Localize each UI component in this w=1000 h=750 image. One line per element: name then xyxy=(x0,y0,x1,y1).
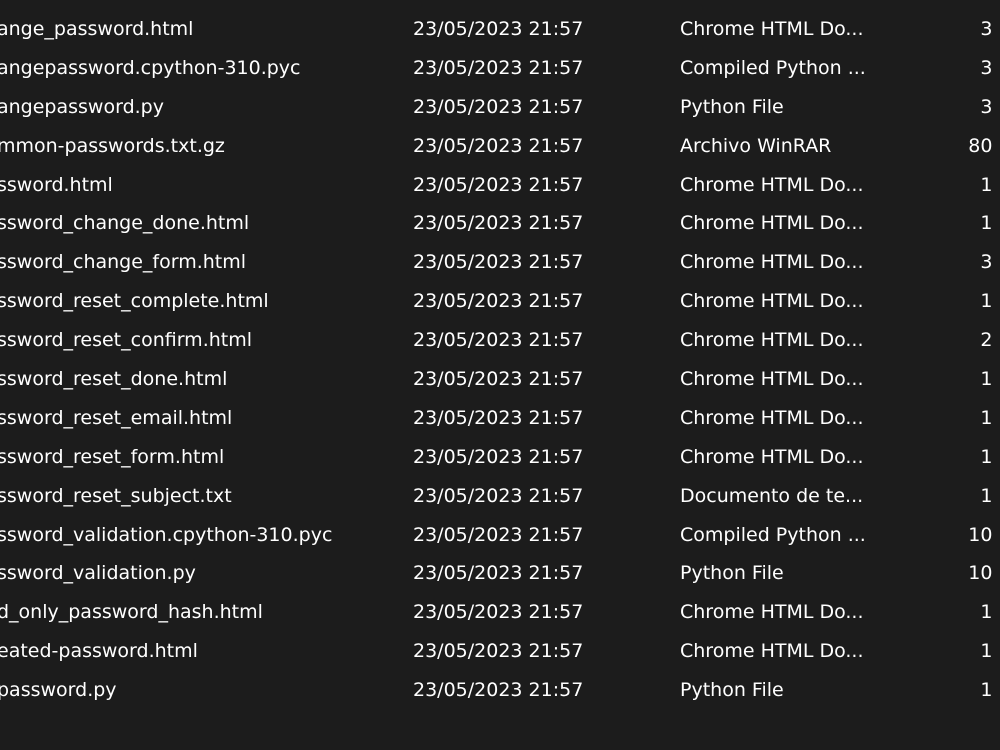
file-row[interactable]: d_only_password_hash.html 23/05/2023 21:5… xyxy=(0,593,1000,632)
file-type: Chrome HTML Do... xyxy=(680,212,864,235)
file-date-modified: 23/05/2023 21:57 xyxy=(413,251,584,274)
file-row[interactable]: eated-password.html 23/05/2023 21:57 Chrom… xyxy=(0,632,1000,671)
file-type: Chrome HTML Do... xyxy=(680,251,864,274)
file-date-modified: 23/05/2023 21:57 xyxy=(413,173,584,196)
file-type: Chrome HTML Do... xyxy=(680,601,864,624)
file-size: 1 KB xyxy=(980,601,1000,624)
file-date-modified: 23/05/2023 21:57 xyxy=(413,562,584,585)
file-row[interactable]: ange_password.html 23/05/2023 21:57 Chrome… xyxy=(0,10,1000,49)
file-name: ssword_reset_email.html xyxy=(0,406,233,429)
file-type: Chrome HTML Do... xyxy=(680,445,864,468)
file-type: Chrome HTML Do... xyxy=(680,368,864,391)
file-size: 10 KB xyxy=(968,523,1000,546)
file-name: mmon-passwords.txt.gz xyxy=(0,134,225,157)
file-date-modified: 23/05/2023 21:57 xyxy=(413,329,584,352)
file-name: ssword_validation.cpython-310.pyc xyxy=(0,523,333,546)
file-date-modified: 23/05/2023 21:57 xyxy=(413,679,584,702)
file-type: Python File xyxy=(680,679,784,702)
file-size: 1 KB xyxy=(980,212,1000,235)
file-size: 1 KB xyxy=(980,173,1000,196)
file-date-modified: 23/05/2023 21:57 xyxy=(413,56,584,79)
file-type: Chrome HTML Do... xyxy=(680,290,864,313)
file-date-modified: 23/05/2023 21:57 xyxy=(413,484,584,507)
file-date-modified: 23/05/2023 21:57 xyxy=(413,95,584,118)
file-name: ssword_reset_confirm.html xyxy=(0,329,253,352)
file-size: 3 KB xyxy=(980,251,1000,274)
file-size: 1 KB xyxy=(980,640,1000,663)
file-size: 2 KB xyxy=(980,329,1000,352)
file-size: 1 KB xyxy=(980,368,1000,391)
file-row[interactable]: ssword_change_done.html 23/05/2023 21:57 C… xyxy=(0,204,1000,243)
file-date-modified: 23/05/2023 21:57 xyxy=(413,290,584,313)
file-type: Chrome HTML Do... xyxy=(680,406,864,429)
file-type: Compiled Python ... xyxy=(680,523,866,546)
file-date-modified: 23/05/2023 21:57 xyxy=(413,445,584,468)
file-size: 80 KB xyxy=(968,134,1000,157)
file-name: ssword_reset_done.html xyxy=(0,368,228,391)
file-row[interactable]: ssword_reset_subject.txt 23/05/2023 21:57… xyxy=(0,477,1000,516)
file-size: 1 KB xyxy=(980,679,1000,702)
file-name: password.py xyxy=(0,679,117,702)
file-type: Compiled Python ... xyxy=(680,56,866,79)
file-row[interactable]: ssword.html 23/05/2023 21:57 Chrome HTML D… xyxy=(0,166,1000,205)
file-type: Chrome HTML Do... xyxy=(680,640,864,663)
file-name: ssword_reset_form.html xyxy=(0,445,225,468)
file-row[interactable]: ssword_reset_form.html 23/05/2023 21:57 Ch… xyxy=(0,438,1000,477)
file-date-modified: 23/05/2023 21:57 xyxy=(413,523,584,546)
file-type: Python File xyxy=(680,95,784,118)
file-row[interactable]: ssword_reset_email.html 23/05/2023 21:57 C… xyxy=(0,399,1000,438)
file-type: Chrome HTML Do... xyxy=(680,329,864,352)
file-row[interactable]: ssword_change_form.html 23/05/2023 21:57 C… xyxy=(0,243,1000,282)
file-name: ange_password.html xyxy=(0,18,194,40)
file-name: ssword_change_form.html xyxy=(0,251,247,274)
file-row[interactable]: ssword_validation.py 23/05/2023 21:57 Pyth… xyxy=(0,554,1000,593)
file-name: ssword.html xyxy=(0,173,113,196)
file-row[interactable]: angepassword.cpython-310.pyc 23/05/2023 2… xyxy=(0,49,1000,88)
file-row[interactable]: ssword_reset_done.html 23/05/2023 21:57 Ch… xyxy=(0,360,1000,399)
file-name: ssword_validation.py xyxy=(0,562,196,585)
file-name: angepassword.py xyxy=(0,95,164,118)
file-name: eated-password.html xyxy=(0,640,198,663)
file-size: 1 KB xyxy=(980,445,1000,468)
file-size: 1 KB xyxy=(980,484,1000,507)
file-type: Archivo WinRAR xyxy=(680,134,832,157)
file-date-modified: 23/05/2023 21:57 xyxy=(413,368,584,391)
file-list: ange_password.html 23/05/2023 21:57 Chrome… xyxy=(0,10,1000,710)
file-size: 10 KB xyxy=(968,562,1000,585)
file-row[interactable]: ssword_validation.cpython-310.pyc 23/05/2… xyxy=(0,516,1000,555)
file-row[interactable]: ssword_reset_confirm.html 23/05/2023 21:5… xyxy=(0,321,1000,360)
file-type: Chrome HTML Do... xyxy=(680,173,864,196)
file-name: d_only_password_hash.html xyxy=(0,601,263,624)
file-size: 1 KB xyxy=(980,290,1000,313)
file-date-modified: 23/05/2023 21:57 xyxy=(413,18,584,40)
file-name: ssword_reset_subject.txt xyxy=(0,484,232,507)
file-date-modified: 23/05/2023 21:57 xyxy=(413,406,584,429)
file-row[interactable]: ssword_reset_complete.html 23/05/2023 21:… xyxy=(0,282,1000,321)
file-type: Documento de te... xyxy=(680,484,864,507)
file-date-modified: 23/05/2023 21:57 xyxy=(413,640,584,663)
file-size: 3 KB xyxy=(980,18,1000,40)
file-name: ssword_change_done.html xyxy=(0,212,250,235)
file-date-modified: 23/05/2023 21:57 xyxy=(413,134,584,157)
file-type: Chrome HTML Do... xyxy=(680,18,864,40)
file-date-modified: 23/05/2023 21:57 xyxy=(413,212,584,235)
file-row[interactable]: mmon-passwords.txt.gz 23/05/2023 21:57 Arc… xyxy=(0,127,1000,166)
file-size: 3 KB xyxy=(980,56,1000,79)
file-row[interactable]: angepassword.py 23/05/2023 21:57 Python Fi… xyxy=(0,88,1000,127)
file-row[interactable]: password.py 23/05/2023 21:57 Python File 1 … xyxy=(0,671,1000,710)
file-size: 3 KB xyxy=(980,95,1000,118)
file-type: Python File xyxy=(680,562,784,585)
file-name: angepassword.cpython-310.pyc xyxy=(0,56,301,79)
file-size: 1 KB xyxy=(980,406,1000,429)
file-date-modified: 23/05/2023 21:57 xyxy=(413,601,584,624)
file-name: ssword_reset_complete.html xyxy=(0,290,269,313)
